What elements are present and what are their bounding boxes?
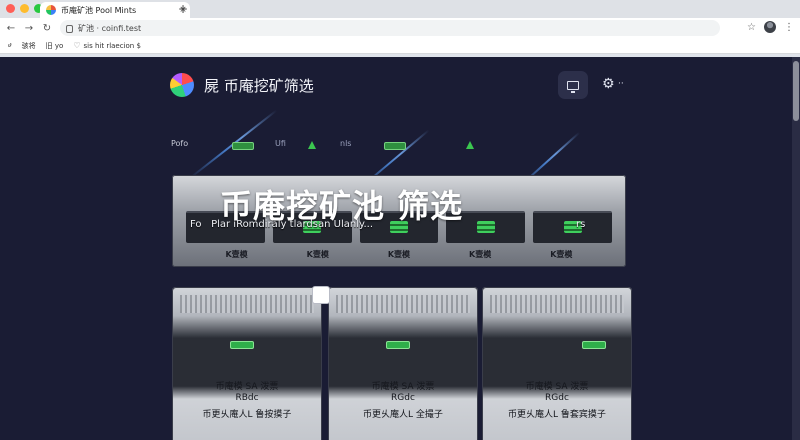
settings-gear-icon[interactable]: ⚙ <box>602 77 615 91</box>
status-led-icon <box>582 341 606 349</box>
card-description: 币更乆庵人L 鲁套宾摸子 <box>508 410 606 420</box>
hero-banner: 币庵挖矿池 筛选 Fo Plar iRomdiraly tlardsan Ula… <box>172 175 626 267</box>
hero-subtitle-text: Plar iRomdiraly tlardsan Ulanly... <box>211 219 374 230</box>
back-icon[interactable]: ← <box>4 23 18 34</box>
pool-card[interactable]: 币庵模 SA 泼票 RGdc 币更乆庵人L 鲁套宾摸子 <box>482 287 632 440</box>
app-title: 屍 币庵挖矿筛选 <box>204 77 314 95</box>
bookmark-label: 骇将 <box>21 41 36 50</box>
browser-tab[interactable]: 币庵矿池 Pool Mints × <box>40 2 190 18</box>
bay-label: K壹模 <box>469 250 492 259</box>
bookmark-item[interactable]: ሀ <box>8 41 12 50</box>
filter-chip[interactable]: Ufi <box>275 139 286 148</box>
more-options-icon[interactable]: ·· <box>618 79 624 89</box>
forward-icon[interactable]: → <box>22 23 36 34</box>
bookmark-label: sis hit rlaecion $ <box>83 41 141 50</box>
page-scrollbar[interactable] <box>792 57 800 440</box>
filter-chip-led[interactable] <box>384 142 406 150</box>
bay-labels: K壹模 K壹模 K壹模 K壹模 K壹模 <box>172 249 626 260</box>
bookmark-item[interactable]: 骇将 <box>22 41 36 51</box>
bay-label: K壹模 <box>550 250 573 259</box>
status-led-icon <box>386 341 410 349</box>
card-grille <box>180 295 314 313</box>
bay-label: K壹模 <box>387 250 411 259</box>
card-grille <box>490 295 624 313</box>
bookmarks-bar: ሀ 骇将 旧 yo ♡ sis hit rlaecion $ <box>0 38 800 54</box>
browser-toolbar: ← → ↻ 矿池 · coinfi.test ☆ ⋮ <box>0 18 800 38</box>
bookmark-label: 旧 yo <box>45 41 64 50</box>
bookmark-star-icon[interactable]: ☆ <box>747 22 756 33</box>
browser-menu-icon[interactable]: ⋮ <box>784 22 794 33</box>
minimize-window-button[interactable] <box>20 4 29 13</box>
card-code: RGdc <box>545 393 569 403</box>
tab-title: 币庵矿池 Pool Mints <box>61 5 137 15</box>
window-controls <box>6 4 43 13</box>
scrollbar-thumb[interactable] <box>793 61 799 121</box>
bookmark-item[interactable]: ♡ sis hit rlaecion $ <box>73 41 141 50</box>
app-logo-icon <box>170 73 194 97</box>
profile-avatar[interactable] <box>764 21 776 33</box>
filter-label: Pofo <box>171 139 189 148</box>
bookmark-label: ሀ <box>8 41 12 49</box>
page-content: 屍 币庵挖矿筛选 ⚙ ·· Pofo Ufi nls 币庵挖矿池 筛选 Fo P… <box>0 57 800 440</box>
close-window-button[interactable] <box>6 4 15 13</box>
new-tab-button[interactable]: + <box>178 2 188 16</box>
up-arrow-icon <box>308 141 316 149</box>
filter-chip-led[interactable] <box>232 142 254 150</box>
hero-subtitle: Fo Plar iRomdiraly tlardsan Ulanly... <box>190 219 373 230</box>
card-description: 币更乆庵人L 鲁按摸子 <box>202 410 292 420</box>
favicon-icon <box>46 5 56 15</box>
address-bar[interactable]: 矿池 · coinfi.test <box>60 20 720 36</box>
status-led-icon <box>476 221 495 233</box>
hero-subtitle-end: rs <box>576 219 586 230</box>
bay-label: K壹模 <box>225 250 248 259</box>
server-bay <box>533 211 612 243</box>
card-title: 币庵模 SA 泼票 <box>525 382 589 392</box>
card-code: RGdc <box>391 393 415 403</box>
up-arrow-icon <box>466 141 474 149</box>
monitor-icon <box>567 80 579 93</box>
bookmark-item[interactable]: 旧 yo <box>46 41 64 51</box>
lock-icon <box>66 25 73 33</box>
filter-chip[interactable]: nls <box>340 139 351 148</box>
card-code: RBdc <box>235 393 259 403</box>
card-title: 币庵模 SA 泼票 <box>371 382 435 392</box>
select-checkbox[interactable] <box>312 286 330 304</box>
display-toggle-button[interactable] <box>558 71 588 99</box>
browser-tab-bar: 币庵矿池 Pool Mints × + <box>0 0 800 18</box>
hero-subtitle-prefix: Fo <box>190 219 202 230</box>
pool-card[interactable]: 币庵模 SA 泼票 RBdc 币更乆庵人L 鲁按摸子 <box>172 287 322 440</box>
card-title: 币庵模 SA 泼票 <box>215 382 279 392</box>
status-led-icon <box>230 341 254 349</box>
card-description: 币更乆庵人L 全撮子 <box>363 410 443 420</box>
toolbar-actions: ☆ ⋮ <box>747 21 794 33</box>
bay-label: K壹模 <box>306 250 329 259</box>
card-grille <box>336 295 470 313</box>
pool-card[interactable]: 币庵模 SA 泼票 RGdc 币更乆庵人L 全撮子 <box>328 287 478 440</box>
url-text: 矿池 · coinfi.test <box>78 23 142 33</box>
heart-icon: ♡ <box>73 41 81 50</box>
reload-icon[interactable]: ↻ <box>40 23 54 34</box>
